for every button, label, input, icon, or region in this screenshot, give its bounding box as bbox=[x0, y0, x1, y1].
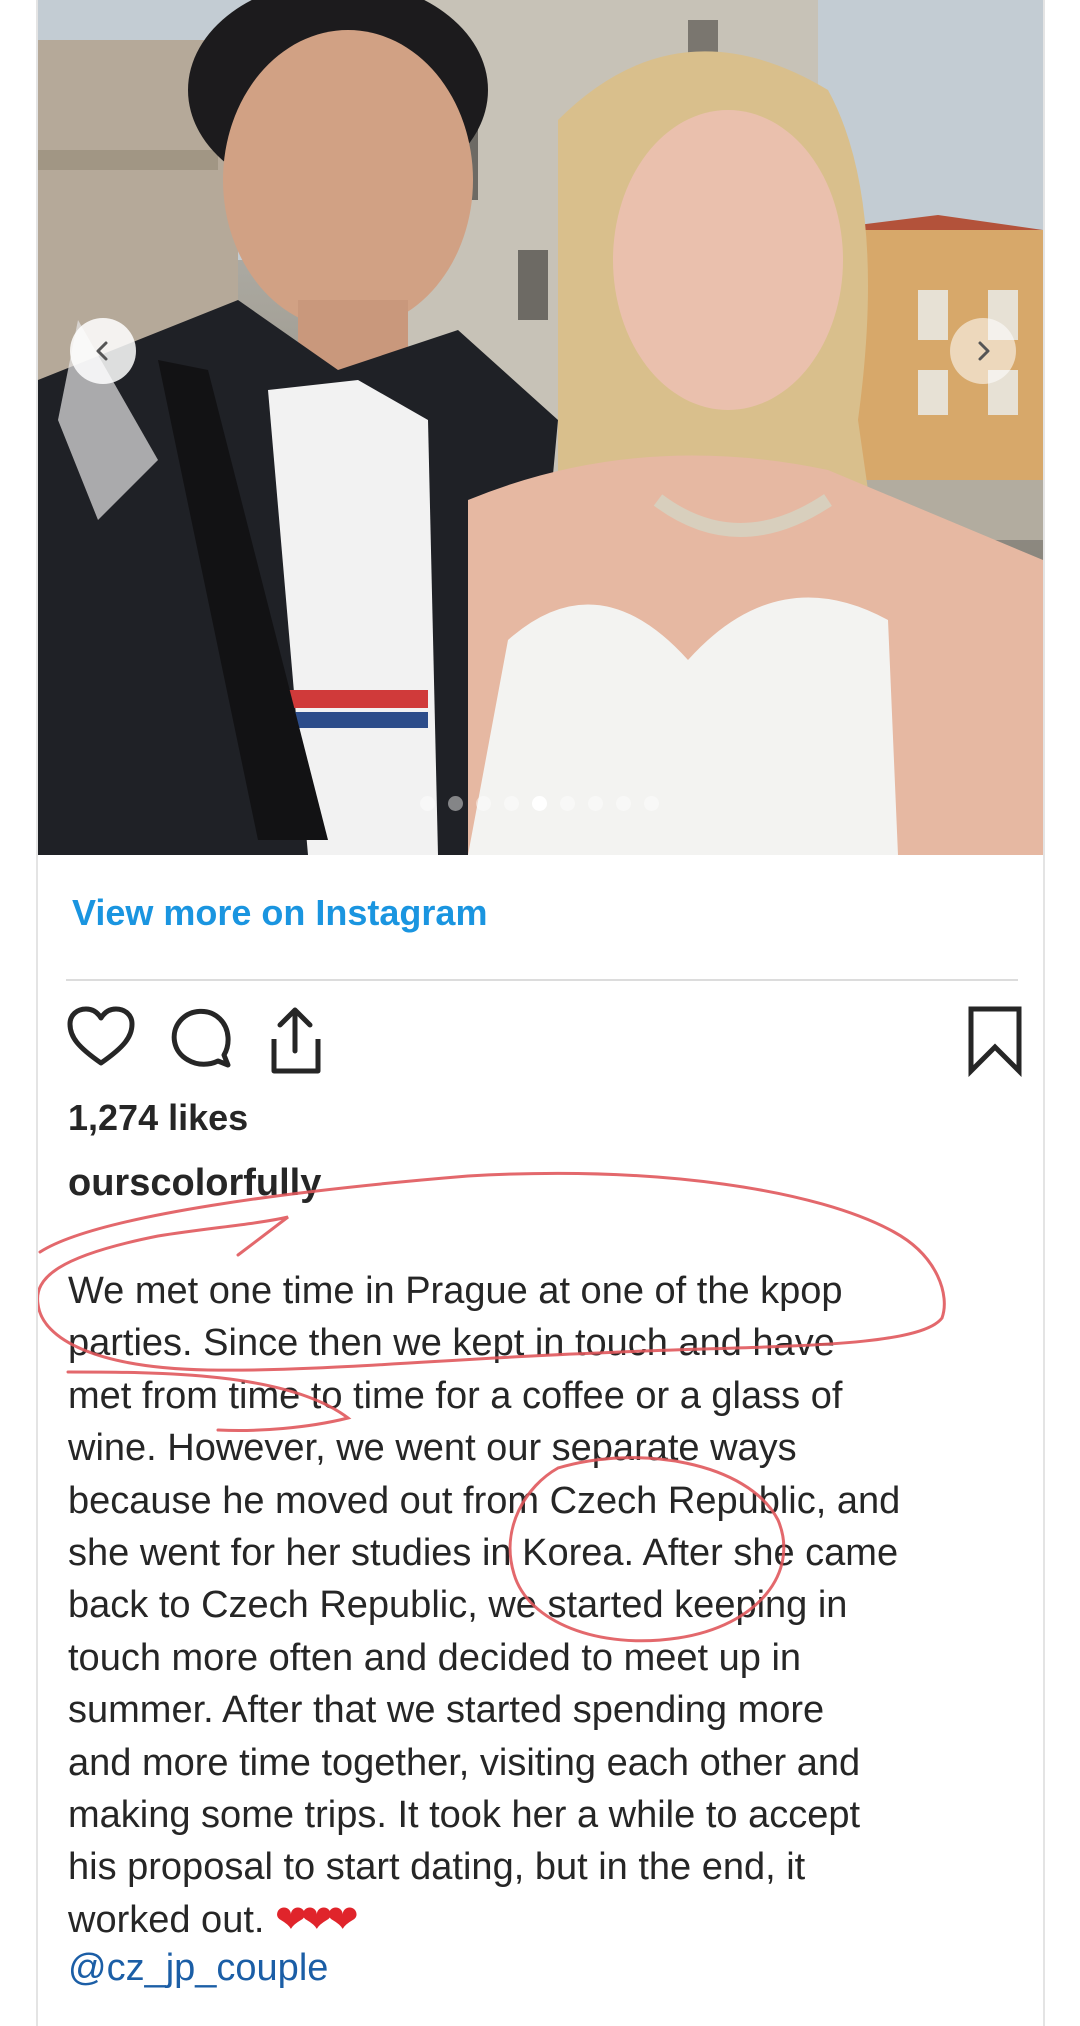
comment-icon bbox=[171, 1008, 231, 1068]
caption-line: met from time to time for a coffee or a … bbox=[68, 1370, 1028, 1422]
heart-emoji: ❤❤❤ bbox=[275, 1898, 358, 1941]
comment-button[interactable] bbox=[168, 1005, 234, 1076]
caption-line: parties. Since then we kept in touch and… bbox=[68, 1317, 1028, 1369]
action-bar bbox=[66, 1005, 1022, 1085]
caption-line-text: she went for her studies in Korea. After… bbox=[68, 1532, 899, 1575]
caption-line: summer. After that we started spending m… bbox=[68, 1684, 1028, 1736]
caption-line: because he moved out from Czech Republic… bbox=[68, 1475, 1028, 1527]
bookmark-icon bbox=[968, 1006, 1022, 1078]
save-button[interactable] bbox=[966, 1005, 1024, 1082]
chevron-left-icon bbox=[96, 341, 108, 361]
caption-line-text: worked out. bbox=[68, 1898, 265, 1941]
carousel-dot bbox=[644, 796, 659, 811]
caption-line-text: back to Czech Republic, we started keepi… bbox=[68, 1584, 848, 1627]
post-caption: We met one time in Prague at one of the … bbox=[68, 1265, 1028, 1946]
like-button[interactable] bbox=[66, 1005, 136, 1074]
post-photo[interactable] bbox=[38, 0, 1043, 855]
carousel-prev-button[interactable] bbox=[70, 318, 136, 384]
post-username[interactable]: ourscolorfully bbox=[68, 1162, 321, 1205]
carousel-dot bbox=[448, 796, 463, 811]
caption-line: worked out. ❤❤❤ bbox=[68, 1894, 1028, 1946]
view-more-link[interactable]: View more on Instagram bbox=[72, 892, 487, 934]
caption-line: touch more often and decided to meet up … bbox=[68, 1632, 1028, 1684]
caption-line-text: making some trips. It took her a while t… bbox=[68, 1794, 861, 1837]
caption-line-text: We met one time in Prague at one of the … bbox=[68, 1270, 843, 1312]
tagged-handle-link[interactable]: @cz_jp_couple bbox=[68, 1947, 328, 1990]
share-icon bbox=[271, 1007, 321, 1074]
chevron-right-icon bbox=[978, 341, 990, 361]
heart-icon bbox=[67, 1006, 135, 1066]
carousel-next-button[interactable] bbox=[950, 318, 1016, 384]
carousel-dot bbox=[588, 796, 603, 811]
photo-illustration bbox=[38, 0, 1043, 855]
share-button[interactable] bbox=[262, 1005, 328, 1082]
carousel-dot bbox=[532, 796, 547, 811]
caption-line-text: and more time together, visiting each ot… bbox=[68, 1741, 861, 1784]
carousel-dot bbox=[560, 796, 575, 811]
carousel-dot bbox=[476, 796, 491, 811]
instagram-embed-card: View more on Instagram 1,274 likes oursc… bbox=[36, 0, 1045, 2026]
caption-line: she went for her studies in Korea. After… bbox=[68, 1527, 1028, 1579]
caption-line: and more time together, visiting each ot… bbox=[68, 1737, 1028, 1789]
divider bbox=[66, 979, 1018, 981]
likes-count: 1,274 likes bbox=[68, 1097, 249, 1138]
carousel-dot bbox=[504, 796, 519, 811]
caption-line-text: parties. Since then we kept in touch and… bbox=[68, 1322, 835, 1365]
caption-line-text: touch more often and decided to meet up … bbox=[68, 1636, 802, 1679]
caption-line: making some trips. It took her a while t… bbox=[68, 1789, 1028, 1841]
carousel-dot bbox=[616, 796, 631, 811]
carousel-dot bbox=[420, 796, 435, 811]
caption-line: We met one time in Prague at one of the … bbox=[68, 1265, 1028, 1317]
caption-line-text: because he moved out from Czech Republic… bbox=[68, 1479, 901, 1522]
caption-line-text: met from time to time for a coffee or a … bbox=[68, 1374, 843, 1417]
caption-line: his proposal to start dating, but in the… bbox=[68, 1841, 1028, 1893]
caption-line: back to Czech Republic, we started keepi… bbox=[68, 1579, 1028, 1631]
caption-line: wine. However, we went our separate ways bbox=[68, 1422, 1028, 1474]
caption-line-text: wine. However, we went our separate ways bbox=[68, 1427, 797, 1470]
carousel-dots bbox=[420, 796, 659, 811]
caption-line-text: summer. After that we started spending m… bbox=[68, 1689, 825, 1732]
caption-line-text: his proposal to start dating, but in the… bbox=[68, 1846, 806, 1889]
